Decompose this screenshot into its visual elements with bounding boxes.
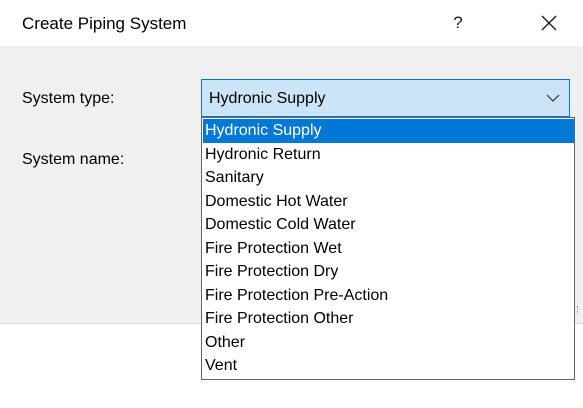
dropdown-option[interactable]: Hydronic Supply: [203, 119, 574, 143]
system-type-dropdown-list[interactable]: Hydronic Supply Hydronic Return Sanitary Do…: [201, 117, 575, 380]
dialog-title: Create Piping System: [22, 14, 187, 33]
dropdown-option[interactable]: Other: [203, 331, 574, 355]
close-button[interactable]: [527, 8, 571, 38]
dropdown-option[interactable]: Domestic Hot Water: [203, 190, 574, 214]
dropdown-option[interactable]: Domestic Cold Water: [203, 213, 574, 237]
chevron-down-icon: [546, 94, 560, 102]
dropdown-option[interactable]: Fire Protection Dry: [203, 260, 574, 284]
dropdown-option[interactable]: Hydronic Return: [203, 143, 574, 167]
system-type-combobox[interactable]: Hydronic Supply: [201, 79, 570, 117]
dropdown-option[interactable]: Fire Protection Other: [203, 307, 574, 331]
dropdown-option[interactable]: Fire Protection Wet: [203, 237, 574, 261]
system-name-label: System name:: [22, 151, 125, 168]
system-type-value: Hydronic Supply: [209, 90, 326, 107]
dropdown-option[interactable]: Fire Protection Pre-Action: [203, 284, 574, 308]
resize-grip: [577, 306, 580, 314]
system-type-label: System type:: [22, 90, 115, 107]
help-button[interactable]: ?: [438, 8, 478, 38]
close-icon: [541, 15, 557, 31]
dropdown-option[interactable]: Sanitary: [203, 166, 574, 190]
title-bar: Create Piping System ?: [0, 0, 583, 46]
dropdown-option[interactable]: Vent: [203, 354, 574, 378]
